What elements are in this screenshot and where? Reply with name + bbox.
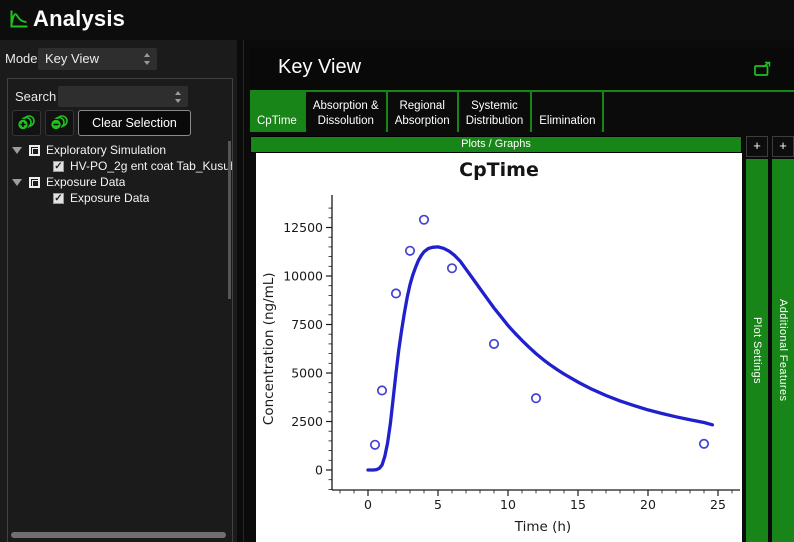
svg-text:7500: 7500 <box>291 317 323 332</box>
checkbox-checked[interactable] <box>53 193 64 204</box>
svg-text:25: 25 <box>710 497 726 512</box>
search-label: Search <box>15 89 56 104</box>
uncheck-all-button[interactable] <box>45 110 74 136</box>
svg-text:Concentration (ng/mL): Concentration (ng/mL) <box>261 272 277 425</box>
tree-horizontal-scrollbar[interactable] <box>11 532 226 538</box>
dropdown-spinner-icon[interactable] <box>175 91 182 103</box>
app-header: Analysis <box>0 0 794 40</box>
svg-text:10: 10 <box>500 497 516 512</box>
tab-systemic-distribution[interactable]: Systemic Distribution <box>459 92 533 132</box>
additional-features-strip-body[interactable]: Additional Features <box>772 159 794 542</box>
key-view-content: Plots / Graphs CpTime 0 5 10 15 20 25 0 2500 500… <box>250 136 794 542</box>
key-view-title: Key View <box>278 56 361 79</box>
tree-item-label: Exposure Data <box>46 175 125 189</box>
checkbox-checked[interactable] <box>53 161 64 172</box>
tree-vertical-scrollbar[interactable] <box>228 141 231 299</box>
plot-settings-strip-body[interactable]: Plot Settings <box>746 159 768 542</box>
tab-elimination[interactable]: Elimination <box>532 92 604 132</box>
mode-dropdown-value: Key View <box>45 51 99 66</box>
additional-features-label: Additional Features <box>777 299 789 401</box>
svg-text:10000: 10000 <box>283 269 323 284</box>
key-view-header: Key View <box>250 48 794 90</box>
svg-text:15: 15 <box>570 497 586 512</box>
svg-text:0: 0 <box>315 463 323 478</box>
app-title: Analysis <box>33 6 125 32</box>
tab-regional-absorption[interactable]: Regional Absorption <box>388 92 459 132</box>
svg-text:5: 5 <box>434 497 442 512</box>
tree-item-exploratory-simulation[interactable]: Exploratory Simulation <box>8 142 233 158</box>
plots-graphs-bar: Plots / Graphs <box>250 136 742 153</box>
tree-item-simulation-child[interactable]: HV-PO_2g ent coat Tab_Kusuhara <box>8 158 233 174</box>
mode-dropdown[interactable]: Key View <box>38 48 157 70</box>
svg-text:Time (h): Time (h) <box>514 519 571 535</box>
svg-text:12500: 12500 <box>283 220 323 235</box>
main-panel: Key View CpTime Absorption & Dissolution… <box>250 48 794 542</box>
coins-minus-icon <box>49 114 70 132</box>
dropdown-spinner-icon[interactable] <box>144 53 151 65</box>
tree-item-label: Exposure Data <box>70 191 149 205</box>
checkbox-indeterminate[interactable] <box>29 177 40 188</box>
tree-item-exposure-data-child[interactable]: Exposure Data <box>8 190 233 206</box>
tab-cptime[interactable]: CpTime <box>250 92 306 132</box>
caret-down-icon[interactable] <box>12 147 22 154</box>
tree-item-label: HV-PO_2g ent coat Tab_Kusuhara <box>70 159 233 173</box>
svg-text:20: 20 <box>640 497 656 512</box>
popout-window-icon[interactable] <box>753 61 772 77</box>
chart-title: CpTime <box>256 153 742 179</box>
plot-settings-label: Plot Settings <box>751 317 763 384</box>
sidebar: Mode Key View Search <box>0 40 237 542</box>
svg-text:0: 0 <box>364 497 372 512</box>
tree-item-label: Exploratory Simulation <box>46 143 166 157</box>
svg-text:5000: 5000 <box>291 366 323 381</box>
clear-selection-button[interactable]: Clear Selection <box>78 110 191 136</box>
plots-column: Plots / Graphs CpTime 0 5 10 15 20 25 0 2500 500… <box>250 136 742 542</box>
mode-label: Mode <box>5 51 38 66</box>
tab-absorption-dissolution[interactable]: Absorption & Dissolution <box>306 92 388 132</box>
coins-plus-icon <box>16 114 37 132</box>
svg-text:2500: 2500 <box>291 414 323 429</box>
plot-settings-strip: + Plot Settings <box>746 136 768 542</box>
additional-features-expand-button[interactable]: + <box>772 136 794 157</box>
pk-curve-logo-icon <box>8 8 30 30</box>
check-all-button[interactable] <box>12 110 41 136</box>
additional-features-strip: + Additional Features <box>772 136 794 542</box>
key-view-tabbar: CpTime Absorption & Dissolution Regional… <box>250 90 794 132</box>
selection-tree: Exploratory Simulation HV-PO_2g ent coat… <box>8 142 233 206</box>
cptime-chart: 0 5 10 15 20 25 0 2500 5000 7500 10000 12500 Time (h… <box>256 179 742 542</box>
checkbox-indeterminate[interactable] <box>29 145 40 156</box>
sidebar-main-divider <box>243 40 244 542</box>
plot-settings-expand-button[interactable]: + <box>746 136 768 157</box>
cptime-chart-panel: CpTime 0 5 10 15 20 25 0 2500 5000 7500 10000 12500… <box>256 153 742 542</box>
tree-item-exposure-data[interactable]: Exposure Data <box>8 174 233 190</box>
caret-down-icon[interactable] <box>12 179 22 186</box>
search-dropdown[interactable] <box>58 86 188 107</box>
selection-tree-panel: Search Clear Selection <box>7 78 233 542</box>
